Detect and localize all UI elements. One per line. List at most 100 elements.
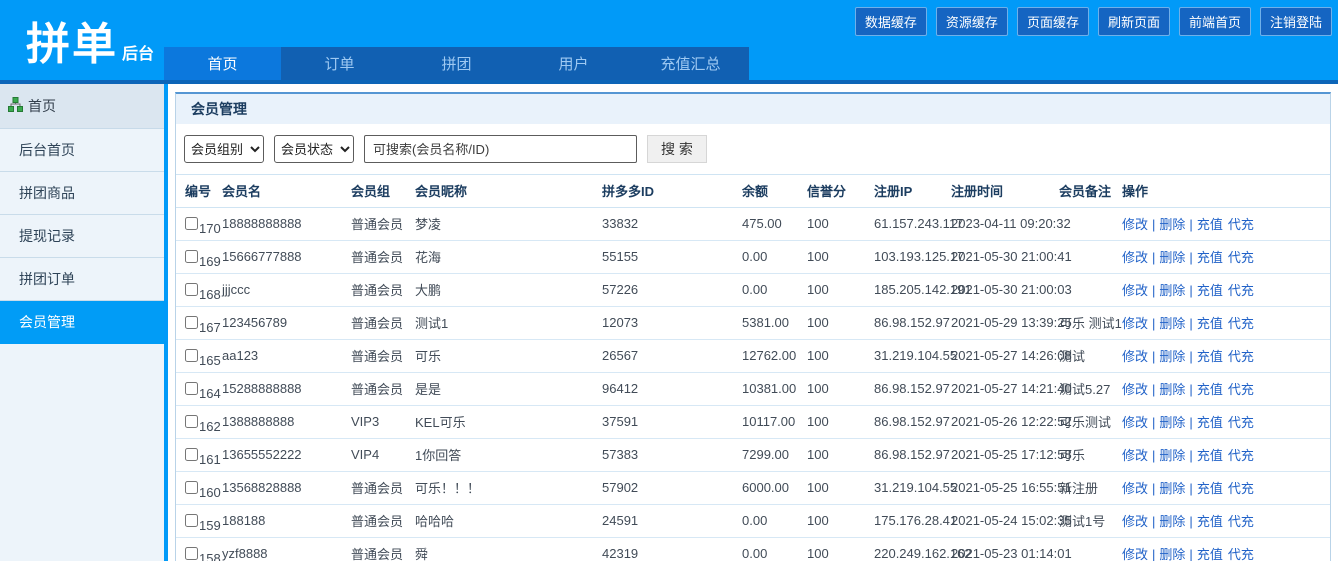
sidebar-header-home[interactable]: 首页 bbox=[0, 84, 164, 129]
tab-group-buy[interactable]: 拼团 bbox=[398, 47, 515, 80]
search-button[interactable]: 搜 索 bbox=[647, 135, 707, 163]
member-id: 160 bbox=[199, 485, 221, 500]
sidebar-item-backend-home[interactable]: 后台首页 bbox=[0, 129, 164, 172]
edit-link[interactable]: 修改 bbox=[1122, 481, 1148, 496]
proxy-recharge-link[interactable]: 代充 bbox=[1228, 217, 1254, 232]
row-checkbox[interactable] bbox=[185, 481, 198, 494]
member-credit: 100 bbox=[807, 240, 874, 273]
proxy-recharge-link[interactable]: 代充 bbox=[1228, 382, 1254, 397]
recharge-link[interactable]: 充值 bbox=[1197, 547, 1223, 561]
table-row: 161 13655552222 VIP4 1你回答 57383 7299.00 … bbox=[176, 438, 1330, 471]
search-input[interactable] bbox=[364, 135, 637, 163]
member-status-select[interactable]: 会员状态 bbox=[274, 135, 354, 163]
member-username: 123456789 bbox=[222, 306, 351, 339]
row-actions: 修改|删除|充值代充 bbox=[1122, 438, 1330, 471]
member-pdd-id: 42319 bbox=[602, 537, 742, 561]
proxy-recharge-link[interactable]: 代充 bbox=[1228, 250, 1254, 265]
edit-link[interactable]: 修改 bbox=[1122, 382, 1148, 397]
member-pdd-id: 26567 bbox=[602, 339, 742, 372]
logout-button[interactable]: 注销登陆 bbox=[1260, 7, 1332, 36]
row-checkbox[interactable] bbox=[185, 514, 198, 527]
sidebar-item-member-mgmt[interactable]: 会员管理 bbox=[0, 301, 164, 344]
recharge-link[interactable]: 充值 bbox=[1197, 349, 1223, 364]
member-nickname: 花海 bbox=[415, 240, 602, 273]
recharge-link[interactable]: 充值 bbox=[1197, 382, 1223, 397]
recharge-link[interactable]: 充值 bbox=[1197, 415, 1223, 430]
data-cache-button[interactable]: 数据缓存 bbox=[855, 7, 927, 36]
row-checkbox[interactable] bbox=[185, 448, 198, 461]
table-row: 158 yzf8888 普通会员 舜 42319 0.00 100 220.24… bbox=[176, 537, 1330, 561]
member-credit: 100 bbox=[807, 405, 874, 438]
delete-link[interactable]: 删除 bbox=[1159, 250, 1185, 265]
delete-link[interactable]: 删除 bbox=[1159, 415, 1185, 430]
frontend-home-button[interactable]: 前端首页 bbox=[1179, 7, 1251, 36]
member-reg-ip: 175.176.28.41 bbox=[874, 504, 951, 537]
edit-link[interactable]: 修改 bbox=[1122, 316, 1148, 331]
row-checkbox[interactable] bbox=[185, 283, 198, 296]
recharge-link[interactable]: 充值 bbox=[1197, 514, 1223, 529]
recharge-link[interactable]: 充值 bbox=[1197, 283, 1223, 298]
proxy-recharge-link[interactable]: 代充 bbox=[1228, 481, 1254, 496]
recharge-link[interactable]: 充值 bbox=[1197, 481, 1223, 496]
member-reg-ip: 103.193.125.17 bbox=[874, 240, 951, 273]
member-username: 1388888888 bbox=[222, 405, 351, 438]
member-reg-time: 2021-05-30 21:00:41 bbox=[951, 240, 1059, 273]
member-group: 普通会员 bbox=[351, 273, 415, 306]
proxy-recharge-link[interactable]: 代充 bbox=[1228, 316, 1254, 331]
row-checkbox[interactable] bbox=[185, 382, 198, 395]
tab-users[interactable]: 用户 bbox=[515, 47, 632, 80]
tab-home[interactable]: 首页 bbox=[164, 47, 281, 80]
proxy-recharge-link[interactable]: 代充 bbox=[1228, 448, 1254, 463]
sidebar-item-group-products[interactable]: 拼团商品 bbox=[0, 172, 164, 215]
proxy-recharge-link[interactable]: 代充 bbox=[1228, 283, 1254, 298]
recharge-link[interactable]: 充值 bbox=[1197, 217, 1223, 232]
row-checkbox[interactable] bbox=[185, 316, 198, 329]
edit-link[interactable]: 修改 bbox=[1122, 283, 1148, 298]
action-separator: | bbox=[1189, 250, 1192, 265]
recharge-link[interactable]: 充值 bbox=[1197, 316, 1223, 331]
member-credit: 100 bbox=[807, 306, 874, 339]
delete-link[interactable]: 删除 bbox=[1159, 481, 1185, 496]
table-header-row: 编号 会员名 会员组 会员昵称 拼多多ID 余额 信誉分 注册IP 注册时间 会… bbox=[176, 175, 1330, 207]
member-nickname: 大鹏 bbox=[415, 273, 602, 306]
member-reg-time: 2021-05-23 01:14:01 bbox=[951, 537, 1059, 561]
edit-link[interactable]: 修改 bbox=[1122, 217, 1148, 232]
row-checkbox[interactable] bbox=[185, 250, 198, 263]
proxy-recharge-link[interactable]: 代充 bbox=[1228, 547, 1254, 561]
row-checkbox[interactable] bbox=[185, 415, 198, 428]
delete-link[interactable]: 删除 bbox=[1159, 283, 1185, 298]
delete-link[interactable]: 删除 bbox=[1159, 547, 1185, 561]
edit-link[interactable]: 修改 bbox=[1122, 514, 1148, 529]
delete-link[interactable]: 删除 bbox=[1159, 382, 1185, 397]
delete-link[interactable]: 删除 bbox=[1159, 349, 1185, 364]
delete-link[interactable]: 删除 bbox=[1159, 316, 1185, 331]
delete-link[interactable]: 删除 bbox=[1159, 448, 1185, 463]
delete-link[interactable]: 删除 bbox=[1159, 514, 1185, 529]
member-id: 165 bbox=[199, 353, 221, 368]
sidebar-item-withdraw-log[interactable]: 提现记录 bbox=[0, 215, 164, 258]
recharge-link[interactable]: 充值 bbox=[1197, 448, 1223, 463]
delete-link[interactable]: 删除 bbox=[1159, 217, 1185, 232]
edit-link[interactable]: 修改 bbox=[1122, 250, 1148, 265]
refresh-page-button[interactable]: 刷新页面 bbox=[1098, 7, 1170, 36]
sidebar-item-group-orders[interactable]: 拼团订单 bbox=[0, 258, 164, 301]
edit-link[interactable]: 修改 bbox=[1122, 547, 1148, 561]
row-checkbox[interactable] bbox=[185, 349, 198, 362]
recharge-link[interactable]: 充值 bbox=[1197, 250, 1223, 265]
sitemap-icon bbox=[8, 97, 23, 115]
member-username: 15288888888 bbox=[222, 372, 351, 405]
row-checkbox[interactable] bbox=[185, 217, 198, 230]
member-pdd-id: 96412 bbox=[602, 372, 742, 405]
tab-orders[interactable]: 订单 bbox=[281, 47, 398, 80]
row-checkbox[interactable] bbox=[185, 547, 198, 560]
edit-link[interactable]: 修改 bbox=[1122, 415, 1148, 430]
proxy-recharge-link[interactable]: 代充 bbox=[1228, 415, 1254, 430]
proxy-recharge-link[interactable]: 代充 bbox=[1228, 349, 1254, 364]
edit-link[interactable]: 修改 bbox=[1122, 349, 1148, 364]
resource-cache-button[interactable]: 资源缓存 bbox=[936, 7, 1008, 36]
proxy-recharge-link[interactable]: 代充 bbox=[1228, 514, 1254, 529]
tab-recharge-summary[interactable]: 充值汇总 bbox=[632, 47, 749, 80]
member-group-select[interactable]: 会员组别 bbox=[184, 135, 264, 163]
edit-link[interactable]: 修改 bbox=[1122, 448, 1148, 463]
page-cache-button[interactable]: 页面缓存 bbox=[1017, 7, 1089, 36]
